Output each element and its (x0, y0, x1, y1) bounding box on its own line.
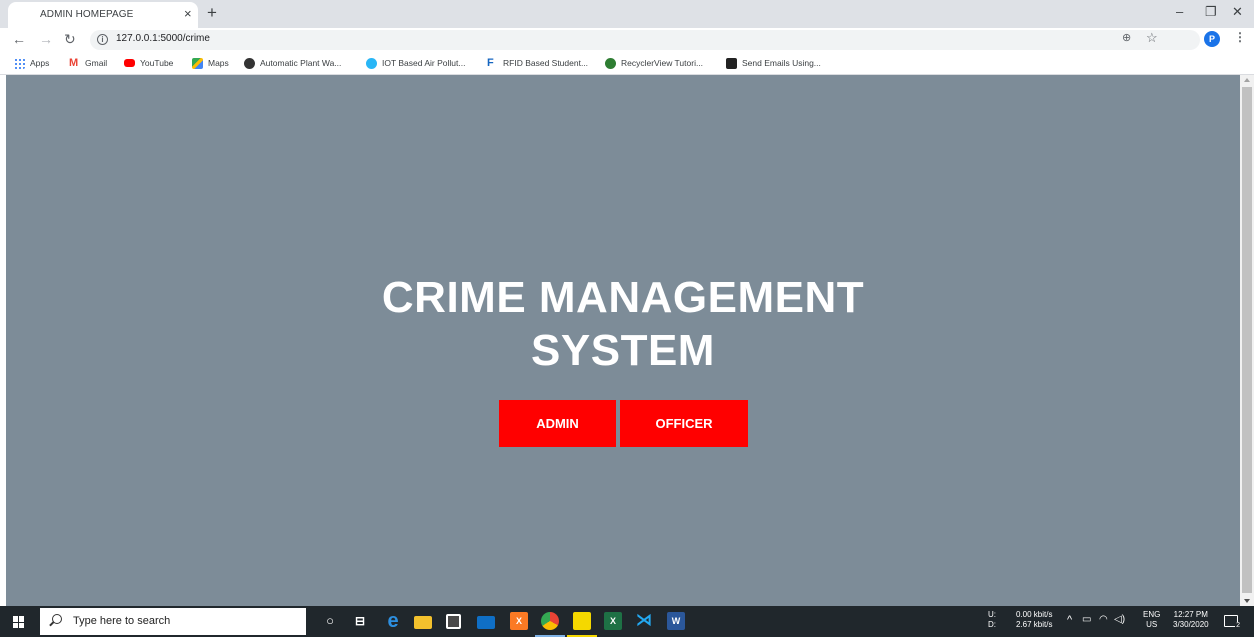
windows-start-icon[interactable] (13, 616, 25, 628)
forward-arrow-icon[interactable]: → (39, 30, 53, 48)
battery-icon[interactable]: ▭ (1082, 615, 1091, 625)
url-text[interactable]: 127.0.0.1:5000/crime (116, 33, 210, 44)
word-icon[interactable]: W (667, 612, 685, 630)
bookmark-item[interactable]: Automatic Plant Wa... (244, 56, 341, 70)
zoom-icon[interactable]: ⊕ (1122, 31, 1131, 44)
bookmark-item[interactable]: RecyclerView Tutori... (605, 56, 703, 70)
f-logo-icon: F (487, 56, 494, 69)
network-meter-values: 0.00 kbit/s 2.67 kbit/s (1016, 610, 1052, 630)
close-window-button[interactable]: ✕ (1232, 4, 1243, 20)
clock-date: 3/30/2020 (1173, 620, 1209, 629)
notification-count: 2 (1235, 622, 1241, 630)
admin-button[interactable]: ADMIN (499, 400, 616, 447)
page-title-line2: SYSTEM (531, 326, 715, 375)
excel-icon[interactable]: X (604, 612, 622, 630)
restore-button[interactable]: ❐ (1205, 4, 1217, 20)
apps-grid-icon (14, 57, 25, 69)
bookmark-item[interactable]: IOT Based Air Pollut... (366, 56, 465, 70)
scroll-thumb[interactable] (1242, 87, 1252, 593)
edge-icon[interactable]: e (384, 611, 402, 631)
file-explorer-icon[interactable] (414, 616, 432, 629)
maps-icon (192, 57, 203, 69)
search-placeholder: Type here to search (73, 615, 171, 627)
globe-icon (366, 57, 377, 69)
task-view-icon[interactable]: ⊟ (351, 612, 369, 630)
youtube-icon (124, 59, 135, 67)
bookmark-item[interactable]: Send Emails Using... (726, 56, 821, 70)
officer-button[interactable]: OFFICER (620, 400, 748, 447)
android-icon (605, 57, 616, 69)
back-arrow-icon[interactable]: ← (12, 30, 26, 48)
bookmarks-bar: Apps M Gmail YouTube Maps Automatic Plan… (0, 52, 1254, 75)
browser-tab[interactable]: ADMIN HOMEPAGE × (8, 2, 198, 28)
input-language[interactable]: ENG US (1143, 610, 1160, 630)
store-icon[interactable] (446, 614, 461, 629)
browser-toolbar: ← → ↻ i 127.0.0.1:5000/crime (0, 28, 1254, 52)
bookmark-item[interactable]: Apps (14, 56, 49, 70)
download-speed: 2.67 kbit/s (1016, 620, 1053, 629)
bookmark-item[interactable]: Maps (192, 56, 229, 70)
minimize-button[interactable]: – (1176, 4, 1183, 20)
volume-icon[interactable]: ◁) (1114, 615, 1125, 625)
windows-taskbar: Type here to search ○ ⊟ e X X ⋊ W U: D: … (0, 606, 1254, 637)
taskbar-search-box[interactable]: Type here to search (40, 608, 306, 635)
upload-speed: 0.00 kbit/s (1016, 610, 1053, 619)
show-hidden-icons-chevron-icon[interactable]: ^ (1067, 615, 1072, 626)
profile-avatar[interactable]: P (1204, 31, 1220, 47)
tab-close-icon[interactable]: × (184, 7, 192, 21)
new-tab-button[interactable]: + (207, 3, 217, 23)
vertical-scrollbar[interactable] (1240, 75, 1254, 606)
mail-icon[interactable] (477, 616, 495, 629)
network-meter-labels: U: D: (988, 610, 996, 629)
page-title-line1: CRIME MANAGEMENT (381, 273, 865, 322)
instructables-icon (244, 57, 255, 69)
page-title: CRIME MANAGEMENT SYSTEM (6, 271, 1240, 377)
clock-time: 12:27 PM (1173, 610, 1208, 619)
tab-title: ADMIN HOMEPAGE (40, 9, 134, 20)
scroll-up-arrow-icon[interactable] (1244, 78, 1250, 82)
scroll-down-arrow-icon[interactable] (1244, 599, 1250, 603)
chrome-icon[interactable] (541, 612, 559, 630)
bookmark-item[interactable]: F RFID Based Student... (487, 56, 588, 70)
menu-kebab-icon[interactable]: ⋮ (1234, 30, 1246, 44)
tab-strip: ADMIN HOMEPAGE × + – ❐ ✕ (0, 0, 1254, 28)
sticky-notes-icon[interactable] (573, 612, 591, 630)
bookmark-item[interactable]: M Gmail (69, 56, 107, 70)
clock[interactable]: 12:27 PM 3/30/2020 (1173, 610, 1209, 630)
site-info-icon[interactable]: i (97, 34, 108, 45)
action-center-icon[interactable]: 2 (1224, 615, 1241, 630)
search-icon (52, 614, 62, 624)
vscode-icon[interactable]: ⋊ (635, 612, 653, 630)
bookmark-item[interactable]: YouTube (124, 56, 173, 70)
bookmark-star-icon[interactable]: ☆ (1146, 30, 1158, 46)
gmail-icon: M (69, 56, 79, 69)
page-content: CRIME MANAGEMENT SYSTEM ADMIN OFFICER (6, 75, 1240, 606)
xampp-icon[interactable]: X (510, 612, 528, 630)
laravel-icon (726, 57, 737, 69)
cortana-icon[interactable]: ○ (321, 612, 339, 630)
reload-icon[interactable]: ↻ (64, 30, 76, 48)
address-bar[interactable]: i 127.0.0.1:5000/crime (90, 30, 1200, 50)
wifi-icon[interactable]: ◠ (1099, 615, 1108, 625)
